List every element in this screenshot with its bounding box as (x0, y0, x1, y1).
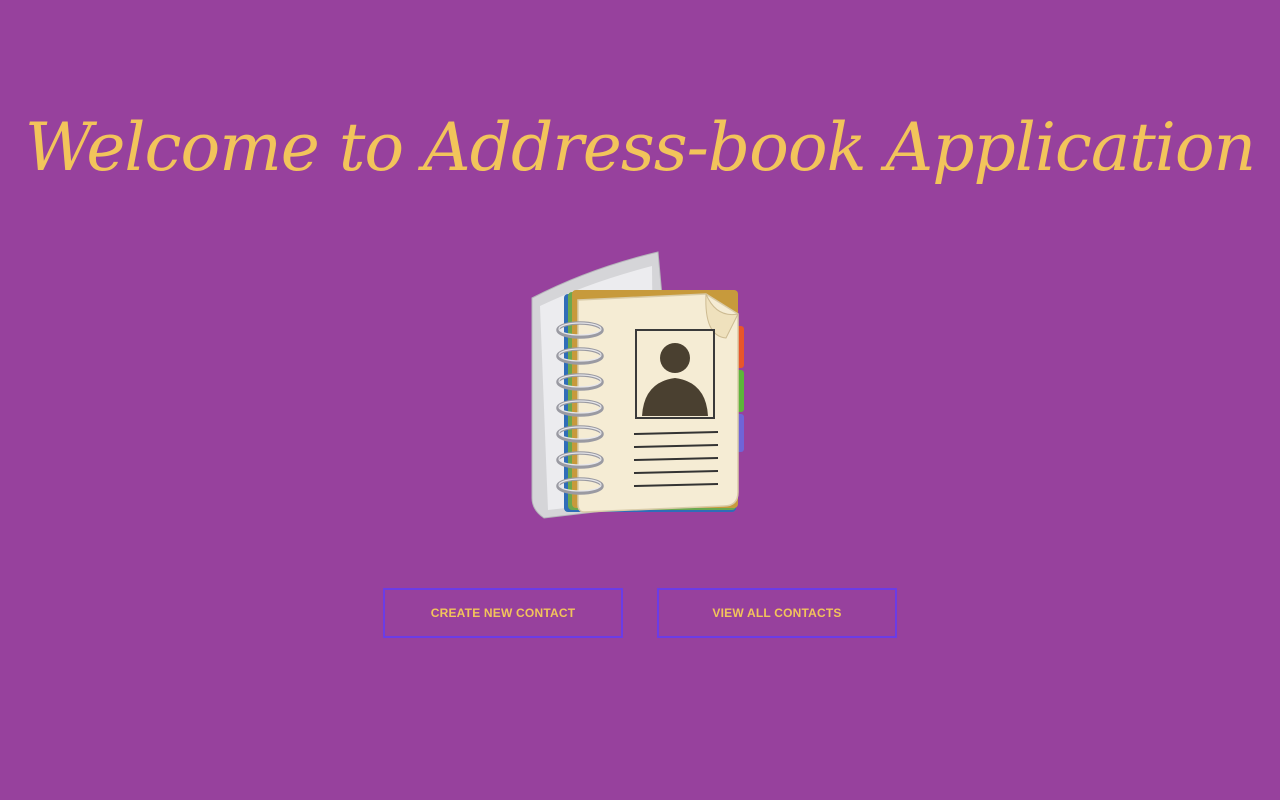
create-new-contact-button[interactable]: CREATE NEW CONTACT (383, 588, 623, 638)
address-book-icon (520, 248, 760, 528)
action-buttons: CREATE NEW CONTACT VIEW ALL CONTACTS (0, 588, 1280, 638)
page-title: Welcome to Address-book Application (24, 109, 1256, 186)
view-all-contacts-button[interactable]: VIEW ALL CONTACTS (657, 588, 897, 638)
